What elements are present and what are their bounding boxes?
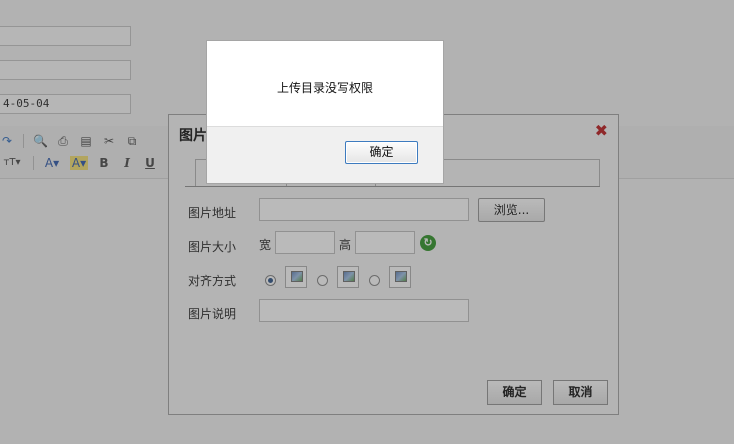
alert-footer: 确定 xyxy=(207,126,443,183)
alert-ok-button[interactable]: 确定 xyxy=(345,141,418,164)
alert-dialog: 上传目录没写权限 确定 xyxy=(206,40,444,184)
alert-message: 上传目录没写权限 xyxy=(276,81,373,95)
